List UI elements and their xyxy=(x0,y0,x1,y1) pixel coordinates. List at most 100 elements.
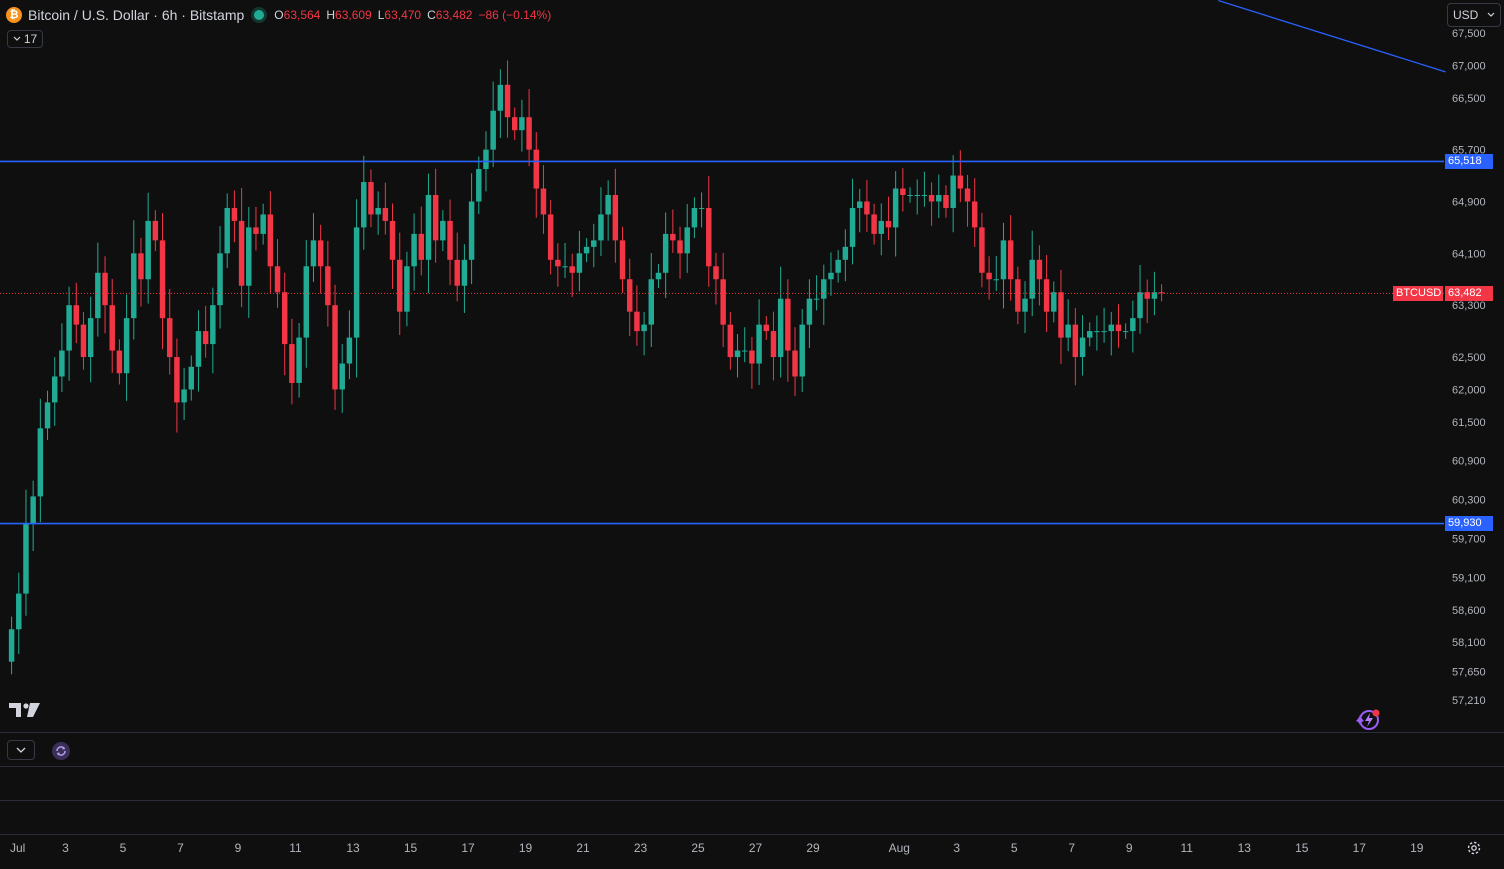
horizontal-line-price-tag: 65,518 xyxy=(1445,153,1493,169)
candle-body xyxy=(353,227,360,338)
time-tick-label: 19 xyxy=(519,841,533,855)
refresh-icon[interactable] xyxy=(52,742,70,760)
time-tick-label: 25 xyxy=(691,841,705,855)
candle-body xyxy=(454,259,460,286)
candle-body xyxy=(181,389,187,403)
candle-body xyxy=(785,298,791,351)
candle-body xyxy=(741,350,748,352)
spark-icon[interactable] xyxy=(1355,707,1383,738)
candle-body xyxy=(892,188,899,228)
candle-body xyxy=(619,240,626,280)
candle-body xyxy=(792,350,798,377)
candle-body xyxy=(432,195,439,241)
candle-body xyxy=(777,298,784,358)
price-tick-label: 62,000 xyxy=(1452,384,1486,396)
candle-body xyxy=(95,272,101,319)
candle-body xyxy=(806,298,813,325)
candle-body xyxy=(677,240,683,254)
candle-body xyxy=(634,311,640,332)
time-tick-label: 21 xyxy=(576,841,590,855)
candle-body xyxy=(971,201,978,228)
candle-body xyxy=(145,220,151,280)
candle-body xyxy=(713,266,719,280)
candle-body xyxy=(835,259,841,273)
price-tick-label: 58,100 xyxy=(1452,637,1486,649)
candle-body xyxy=(562,266,568,268)
time-tick-label: 9 xyxy=(1126,841,1133,855)
candle-body xyxy=(641,324,647,332)
price-tick-label: 60,300 xyxy=(1452,495,1486,507)
price-tick-label: 58,600 xyxy=(1452,605,1486,617)
candle-body xyxy=(303,266,310,338)
price-tick-label: 67,000 xyxy=(1452,60,1486,72)
candle-body xyxy=(856,201,863,208)
candle-body xyxy=(317,240,324,267)
tradingview-logo[interactable] xyxy=(9,702,41,723)
candle-body xyxy=(691,207,698,228)
candle-body xyxy=(1022,298,1028,312)
candle-body xyxy=(109,305,115,351)
candle-body xyxy=(576,253,583,273)
candle-body xyxy=(1000,240,1007,280)
symbol-title[interactable]: Bitcoin / U.S. Dollar · 6h · Bitstamp xyxy=(28,7,244,23)
candle-body xyxy=(1094,331,1100,333)
trend-line xyxy=(1218,0,1446,73)
time-tick-label: 29 xyxy=(806,841,820,855)
price-tick-label: 63,300 xyxy=(1452,300,1486,312)
candle-body xyxy=(655,272,662,280)
last-price-tag: 63,482 xyxy=(1445,285,1493,301)
candle-body xyxy=(799,324,805,377)
candle-body xyxy=(231,207,238,221)
gear-icon[interactable] xyxy=(1465,839,1483,862)
candle-body xyxy=(1043,279,1050,312)
trend-line[interactable] xyxy=(1218,0,1446,73)
candle-body xyxy=(66,305,72,351)
indicators-toggle-button[interactable]: 17 xyxy=(7,30,43,48)
candle-body xyxy=(267,214,274,267)
price-chart[interactable]: 67,50067,00066,50065,70064,90064,10063,3… xyxy=(0,0,1504,869)
candle-body xyxy=(16,593,22,630)
time-tick-label: Jul xyxy=(10,841,25,855)
candle-body xyxy=(440,220,446,241)
time-tick-label: 3 xyxy=(953,841,960,855)
candle-body xyxy=(274,266,281,293)
candle-body xyxy=(921,195,928,196)
candle-body xyxy=(116,350,123,374)
candle-body xyxy=(131,253,137,319)
time-tick-label: 13 xyxy=(1238,841,1252,855)
price-tick-label: 59,700 xyxy=(1452,534,1486,546)
candle-body xyxy=(598,214,604,241)
candle-body xyxy=(605,195,611,215)
candle-body xyxy=(756,324,762,364)
time-axis: Jul 3 5 7 9 11 13 15 17 19 21 23 25 27 29 Aug 3 5 7 9 11 13 15… xyxy=(10,841,1424,855)
candle-body xyxy=(626,279,633,312)
candle-body xyxy=(396,259,403,312)
pane-collapse-button[interactable] xyxy=(7,740,35,760)
candle-body xyxy=(706,207,712,267)
candle-body xyxy=(325,266,331,306)
candle-body xyxy=(547,214,554,260)
chevron-down-icon xyxy=(16,747,26,753)
symbol-tag: BTCUSD xyxy=(1393,285,1443,301)
candle-body xyxy=(411,233,417,267)
currency-select[interactable]: USD xyxy=(1447,3,1501,27)
candle-body xyxy=(332,305,338,390)
candle-body xyxy=(684,227,690,254)
candle-body xyxy=(1058,292,1064,338)
candle-body xyxy=(885,220,892,228)
candle-body xyxy=(87,318,94,358)
price-change: −86 (−0.14%) xyxy=(478,8,552,22)
candles xyxy=(8,60,1165,675)
time-tick-label: 13 xyxy=(346,841,360,855)
price-axis: 67,50067,00066,50065,70064,90064,10063,3… xyxy=(1452,28,1486,707)
candle-body xyxy=(289,344,295,383)
price-tick-label: 57,650 xyxy=(1452,666,1486,678)
time-tick-label: 17 xyxy=(461,841,475,855)
price-tick-label: 57,210 xyxy=(1452,695,1486,707)
candle-body xyxy=(907,195,913,196)
candle-body xyxy=(648,279,655,325)
price-tick-label: 59,100 xyxy=(1452,572,1486,584)
candle-body xyxy=(1007,240,1014,280)
candle-body xyxy=(950,175,956,208)
candle-body xyxy=(555,259,561,267)
